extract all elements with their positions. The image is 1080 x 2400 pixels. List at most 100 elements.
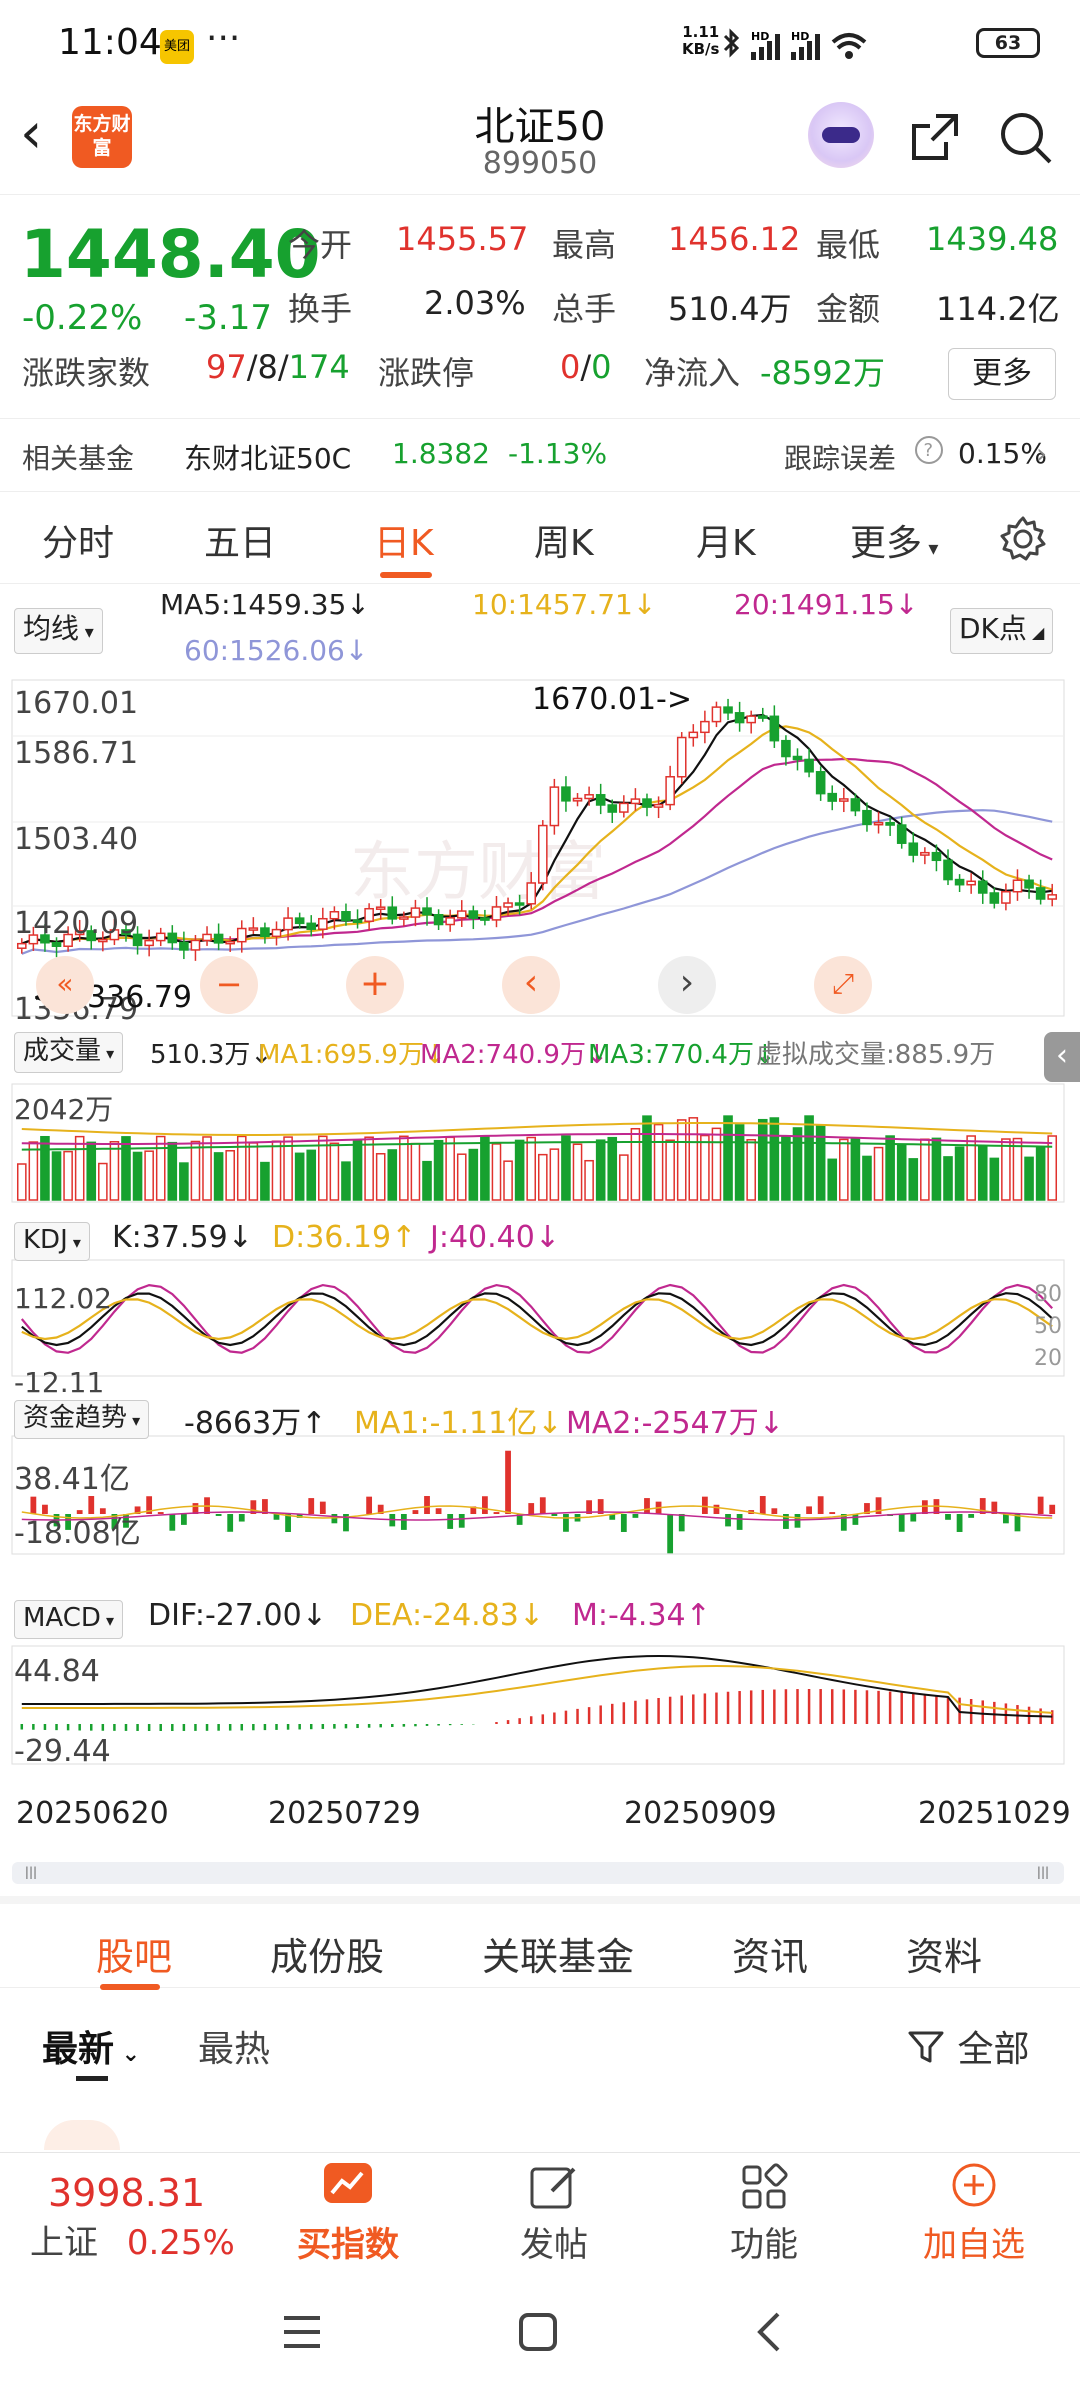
kdj-selector[interactable]: KDJ ▾ xyxy=(14,1222,90,1261)
time-range-scrollbar[interactable]: ||| ||| xyxy=(12,1862,1064,1884)
signal-wifi-bluetooth-icon: HD HD xyxy=(723,28,867,60)
related-fund-row[interactable]: 相关基金 东财北证50C 1.8382 -1.13% 跟踪误差 ? 0.15% … xyxy=(0,418,1080,492)
search-icon[interactable] xyxy=(996,108,1054,166)
volume-bar xyxy=(74,1135,85,1201)
tab-weekly-k[interactable]: 周K xyxy=(534,514,594,566)
macd-selector[interactable]: MACD ▾ xyxy=(14,1600,124,1639)
post-button[interactable]: 发帖 xyxy=(484,2161,624,2266)
sort-latest[interactable]: 最新 ⌄ xyxy=(42,2020,140,2072)
volume-bar xyxy=(572,1143,583,1201)
scroll-right-button[interactable]: › xyxy=(658,956,716,1014)
tab-five-day[interactable]: 五日 xyxy=(204,514,276,566)
candle-body xyxy=(364,907,374,923)
volume-bar xyxy=(179,1162,189,1201)
candle-body xyxy=(966,880,976,886)
volume-bar xyxy=(1047,1135,1058,1201)
fundflow-selector[interactable]: 资金趋势 ▾ xyxy=(14,1400,150,1439)
volume-selector[interactable]: 成交量 ▾ xyxy=(14,1032,124,1073)
candle-body xyxy=(352,919,363,924)
volume-bar xyxy=(862,1155,872,1201)
zoom-in-button[interactable]: + xyxy=(346,956,404,1014)
candle-body xyxy=(885,821,895,826)
volume-bar xyxy=(260,1161,270,1201)
candle-body xyxy=(480,917,490,921)
jump-start-button[interactable]: « xyxy=(36,956,94,1014)
tab-constituents[interactable]: 成份股 xyxy=(270,1926,384,1981)
functions-button[interactable]: 功能 xyxy=(694,2161,834,2266)
fullscreen-icon[interactable]: ⤢ xyxy=(814,956,872,1014)
candle-body xyxy=(306,922,317,930)
volume-bar xyxy=(294,1152,305,1201)
menu-icon[interactable] xyxy=(280,2312,324,2352)
volume-bar xyxy=(121,1136,131,1201)
collapse-panel-button[interactable]: ‹ xyxy=(1044,1032,1080,1082)
index-ticker[interactable]: 3998.31 上证 0.25% xyxy=(30,2171,280,2264)
flow-bar xyxy=(157,1512,164,1514)
candle-body xyxy=(549,786,560,827)
scrollbar-right-handle[interactable]: ||| xyxy=(1030,1865,1056,1881)
ticker-name: 上证 xyxy=(30,2223,98,2263)
tab-intraday[interactable]: 分时 xyxy=(42,514,114,566)
volume-bar xyxy=(873,1146,884,1201)
candle-body xyxy=(213,933,224,944)
flow-bar xyxy=(956,1514,963,1532)
max-annotation: 1670.01-> xyxy=(532,682,693,717)
tab-profile[interactable]: 资料 xyxy=(906,1926,982,1981)
candle-body xyxy=(468,910,479,919)
tab-more[interactable]: 更多 ▾ xyxy=(850,514,938,566)
active-tab-indicator xyxy=(380,572,432,578)
back-nav-icon[interactable] xyxy=(754,2310,784,2354)
macd-dea: DEA:-24.83↓ xyxy=(350,1598,545,1633)
status-icons: HD HD 63 xyxy=(721,28,1040,62)
buy-index-button[interactable]: 买指数 xyxy=(278,2161,418,2266)
volume-bar xyxy=(514,1139,525,1201)
y-tick-4: 1420.09 xyxy=(14,906,139,941)
add-watchlist-button[interactable]: 加自选 xyxy=(904,2161,1044,2266)
share-icon[interactable] xyxy=(906,108,964,166)
y-tick-1: 1670.01 xyxy=(14,686,139,721)
volume-bar xyxy=(167,1141,178,1201)
volume-bar xyxy=(63,1150,73,1201)
volume-bar xyxy=(410,1142,421,1201)
volume-bar xyxy=(595,1139,606,1201)
more-button[interactable]: 更多 xyxy=(948,348,1056,400)
candle-body xyxy=(943,859,953,881)
tab-daily-k[interactable]: 日K xyxy=(374,514,434,566)
kdj-k: K:37.59↓ xyxy=(112,1220,253,1255)
ai-assistant-icon[interactable] xyxy=(808,102,874,168)
volume-bar xyxy=(954,1146,965,1201)
candle-body xyxy=(595,794,606,806)
tab-monthly-k[interactable]: 月K xyxy=(696,514,756,566)
kline-chart-area[interactable]: 均线 ▾ MA5:1459.35↓ 10:1457.71↓ 20:1491.15… xyxy=(0,584,1080,1894)
volume-bar xyxy=(144,1150,154,1201)
candle-body xyxy=(375,906,386,910)
y-tick-3: 1503.40 xyxy=(14,822,139,857)
settings-gear-icon[interactable] xyxy=(998,514,1048,564)
tab-related-funds[interactable]: 关联基金 xyxy=(482,1926,634,1981)
candle-body xyxy=(503,902,513,908)
flow-bar xyxy=(910,1514,917,1522)
flow-bar xyxy=(319,1501,326,1514)
filter-button[interactable]: 全部 xyxy=(906,2020,1029,2072)
help-icon[interactable]: ? xyxy=(914,435,944,472)
candle-body xyxy=(676,736,687,778)
volume-bar xyxy=(422,1160,432,1201)
scroll-left-button[interactable]: ‹ xyxy=(502,956,560,1014)
flow-bar xyxy=(528,1503,535,1514)
low-label: 最低 xyxy=(816,226,881,264)
tab-news[interactable]: 资讯 xyxy=(732,1926,808,1981)
tab-guba[interactable]: 股吧 xyxy=(96,1926,172,1981)
flow-bar xyxy=(308,1498,315,1514)
plus-circle-icon xyxy=(952,2163,996,2207)
candle-body xyxy=(399,916,409,920)
flow-bar xyxy=(285,1514,291,1532)
home-icon[interactable] xyxy=(516,2310,560,2354)
flow-bar xyxy=(1049,1504,1056,1514)
volume-bar xyxy=(329,1142,340,1201)
scrollbar-left-handle[interactable]: ||| xyxy=(18,1865,44,1881)
candle-body xyxy=(642,798,652,808)
volume-bar xyxy=(549,1148,560,1201)
sort-hot[interactable]: 最热 xyxy=(198,2020,270,2072)
candle-body xyxy=(746,715,756,724)
zoom-out-button[interactable]: − xyxy=(200,956,258,1014)
